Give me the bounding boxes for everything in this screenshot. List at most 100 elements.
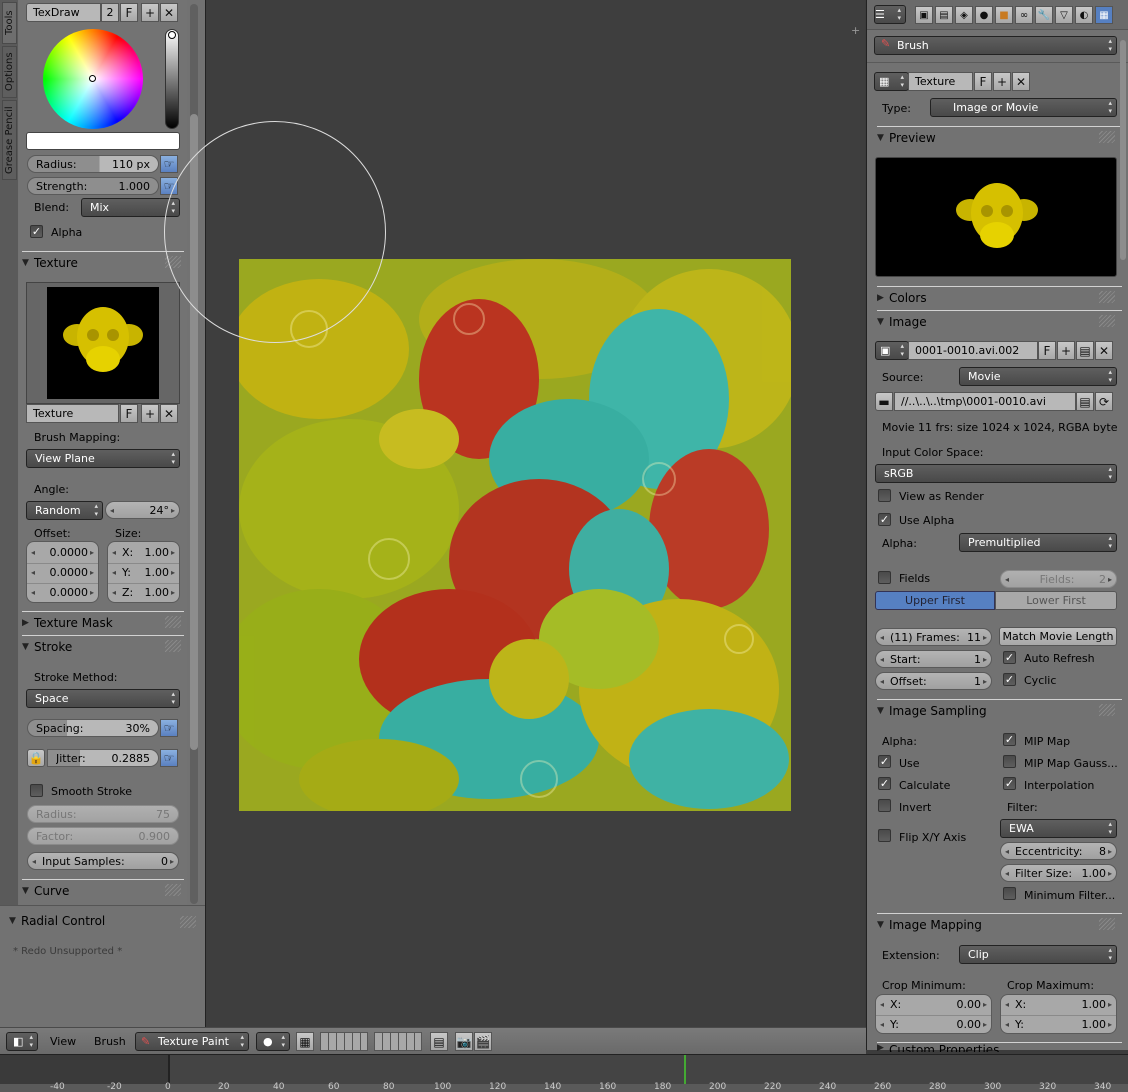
source-select[interactable]: Movie <box>959 367 1117 386</box>
upper-first-button[interactable]: Upper First <box>875 591 995 610</box>
add-brush-icon[interactable]: + <box>141 3 159 22</box>
match-movie-length-button[interactable]: Match Movie Length <box>999 627 1117 646</box>
material-tab-icon[interactable]: ◐ <box>1075 6 1093 24</box>
tab-options[interactable]: Options <box>2 46 17 98</box>
angle-field[interactable]: 24° <box>105 501 180 519</box>
brush-menu[interactable]: Brush <box>94 1035 126 1048</box>
mip-map-checkbox[interactable]: ✓ <box>1003 733 1016 746</box>
render-tab-icon[interactable]: ▣ <box>915 6 933 24</box>
value-slider[interactable] <box>165 29 179 129</box>
pack-icon[interactable]: ▬ <box>875 392 893 411</box>
reload-icon[interactable]: ⟳ <box>1095 392 1113 411</box>
smooth-stroke-checkbox[interactable] <box>30 784 43 797</box>
offset-y-field[interactable]: 0.0000 <box>27 563 98 581</box>
calculate-checkbox[interactable]: ✓ <box>878 777 891 790</box>
constraints-tab-icon[interactable]: ∞ <box>1015 6 1033 24</box>
crop-max-x-field[interactable]: X:1.00 <box>1001 995 1116 1013</box>
spacing-pressure-icon[interactable]: ☞ <box>160 719 178 737</box>
use-checkbox[interactable]: ✓ <box>878 755 891 768</box>
value-slider-handle[interactable] <box>168 31 176 39</box>
crop-min-y-field[interactable]: Y:0.00 <box>876 1015 991 1033</box>
custom-properties-panel-header[interactable]: ▶ Custom Properties <box>877 1042 1122 1052</box>
add-image-icon[interactable]: + <box>1057 341 1075 360</box>
modifiers-tab-icon[interactable]: 🔧 <box>1035 6 1053 24</box>
current-frame-marker[interactable] <box>684 1055 686 1085</box>
image-name-field[interactable]: 0001-0010.avi.002 <box>908 341 1038 360</box>
panel-grip-icon[interactable] <box>1099 315 1115 327</box>
anim-render-icon[interactable]: 🎬 <box>474 1032 492 1051</box>
size-z-field[interactable]: Z: 1.00 <box>108 583 179 601</box>
panel-grip-icon[interactable] <box>165 640 181 652</box>
unlink-texture-icon[interactable]: ✕ <box>160 404 178 423</box>
color-wheel[interactable] <box>43 29 143 129</box>
open-image-icon[interactable]: ▤ <box>1076 341 1094 360</box>
editor-type-select[interactable]: ◧ <box>6 1032 38 1051</box>
cyclic-checkbox[interactable]: ✓ <box>1003 673 1016 686</box>
alpha-mode-select[interactable]: Premultiplied <box>959 533 1117 552</box>
texture-panel-header[interactable]: ▼ Texture <box>22 251 184 273</box>
radius-slider[interactable]: Radius: 110 px <box>27 155 159 173</box>
lower-first-button[interactable]: Lower First <box>995 591 1117 610</box>
size-y-field[interactable]: Y: 1.00 <box>108 563 179 581</box>
colors-panel-header[interactable]: ▶ Colors <box>877 286 1122 308</box>
tab-grease-pencil[interactable]: Grease Pencil <box>2 100 17 180</box>
panel-grip-icon[interactable] <box>1099 918 1115 930</box>
brush-mapping-select[interactable]: View Plane <box>26 449 180 468</box>
fake-user-button[interactable]: F <box>120 3 138 22</box>
radial-control-header[interactable]: ▼ Radial Control <box>9 910 189 932</box>
use-alpha-checkbox[interactable]: ✓ <box>878 513 891 526</box>
smooth-radius-slider[interactable]: Radius: 75 <box>27 805 179 823</box>
brush-context-select[interactable]: Brush <box>874 36 1117 55</box>
texture-name-field[interactable]: Texture <box>26 404 119 423</box>
texture-fake-user-button[interactable]: F <box>974 72 992 91</box>
jitter-slider[interactable]: Jitter: 0.2885 <box>47 749 159 767</box>
tab-tools[interactable]: Tools <box>2 2 17 44</box>
layers-tab-icon[interactable]: ▤ <box>935 6 953 24</box>
offset-z-field[interactable]: 0.0000 <box>27 583 98 601</box>
world-tab-icon[interactable]: ● <box>975 6 993 24</box>
view-as-render-checkbox[interactable] <box>878 489 891 502</box>
offset-x-field[interactable]: 0.0000 <box>27 543 98 561</box>
image-fake-user-button[interactable]: F <box>1038 341 1056 360</box>
image-browse-select[interactable]: ▣ <box>875 341 909 360</box>
minimum-filter-checkbox[interactable] <box>1003 887 1016 900</box>
interpolation-checkbox[interactable]: ✓ <box>1003 777 1016 790</box>
lock-icon[interactable]: 🔒 <box>27 749 45 767</box>
size-x-field[interactable]: X: 1.00 <box>108 543 179 561</box>
data-tab-icon[interactable]: ▽ <box>1055 6 1073 24</box>
crop-max-y-field[interactable]: Y:1.00 <box>1001 1015 1116 1033</box>
eccentricity-field[interactable]: Eccentricity: 8 <box>1000 842 1117 860</box>
filepath-field[interactable]: //..\..\..\tmp\0001-0010.avi <box>894 392 1076 411</box>
strength-slider[interactable]: Strength: 1.000 <box>27 177 159 195</box>
image-viewport[interactable]: + <box>164 0 865 1027</box>
angle-mode-select[interactable]: Random <box>26 501 103 520</box>
extension-select[interactable]: Clip <box>959 945 1117 964</box>
texture-preview-icon[interactable]: ▦ <box>296 1032 314 1051</box>
frames-field[interactable]: (11) Frames: 11 <box>875 628 992 646</box>
input-samples-field[interactable]: Input Samples: 0 <box>27 852 179 870</box>
alpha-checkbox[interactable]: ✓ <box>30 225 43 238</box>
unlink-brush-icon[interactable]: ✕ <box>160 3 178 22</box>
fields-checkbox[interactable] <box>878 571 891 584</box>
panel-grip-icon[interactable] <box>165 884 181 896</box>
color-wheel-cursor[interactable] <box>89 75 96 82</box>
scene-tab-icon[interactable]: ◈ <box>955 6 973 24</box>
texture-mask-panel-header[interactable]: ▶ Texture Mask <box>22 611 184 633</box>
uv-icon[interactable]: ▤ <box>430 1032 448 1051</box>
layers-grid-1[interactable] <box>320 1032 368 1051</box>
layers-grid-2[interactable] <box>374 1032 422 1051</box>
spacing-slider[interactable]: Spacing: 30% <box>27 719 159 737</box>
jitter-pressure-icon[interactable]: ☞ <box>160 749 178 767</box>
texture-browse-select[interactable]: ▦ <box>874 72 909 91</box>
auto-refresh-checkbox[interactable]: ✓ <box>1003 651 1016 664</box>
object-tab-icon[interactable]: ■ <box>995 6 1013 24</box>
filter-select[interactable]: EWA <box>1000 819 1117 838</box>
image-sampling-panel-header[interactable]: ▼ Image Sampling <box>877 699 1122 721</box>
panel-grip-icon[interactable] <box>1099 704 1115 716</box>
smooth-factor-slider[interactable]: Factor: 0.900 <box>27 827 179 845</box>
timeline[interactable]: -40 -20 0 20 40 60 80 100 120 140 160 18… <box>0 1054 1128 1092</box>
texture-tab-icon[interactable]: ▦ <box>1095 6 1113 24</box>
stroke-panel-header[interactable]: ▼ Stroke <box>22 635 184 657</box>
offset-field[interactable]: Offset: 1 <box>875 672 992 690</box>
unlink-image-icon[interactable]: ✕ <box>1095 341 1113 360</box>
